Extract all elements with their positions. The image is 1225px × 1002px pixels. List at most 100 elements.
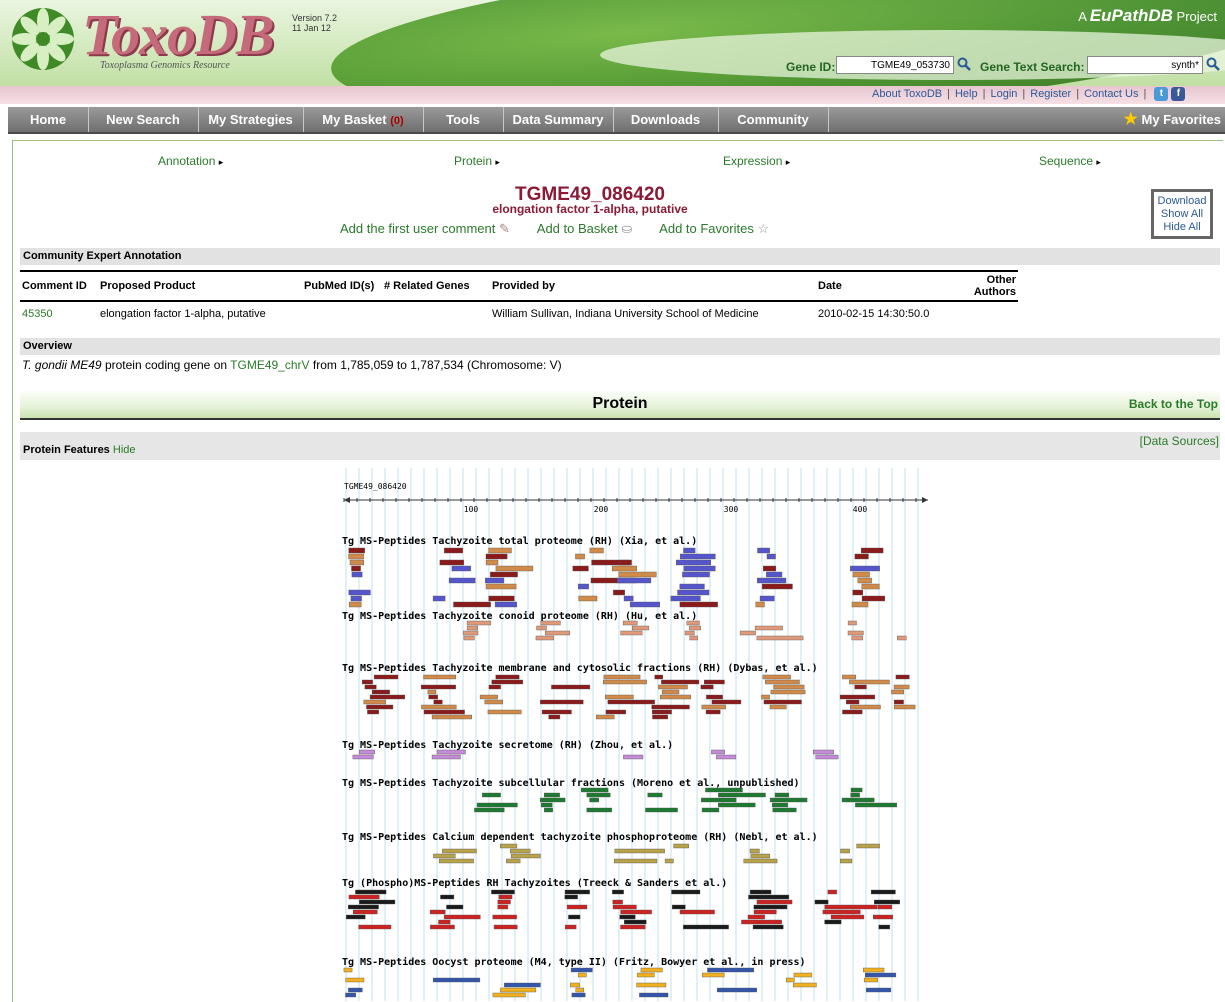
peptide-feature-fritz[interactable] xyxy=(863,977,878,983)
peptide-feature-dybas[interactable] xyxy=(479,694,498,700)
peptide-feature-xia[interactable] xyxy=(861,595,885,602)
peptide-feature-dybas[interactable] xyxy=(762,674,791,680)
peptide-feature-hu[interactable] xyxy=(535,635,554,641)
peptide-feature-nebl[interactable] xyxy=(750,853,771,859)
peptide-feature-xia[interactable] xyxy=(349,559,364,566)
peptide-feature-nebl[interactable] xyxy=(743,858,778,864)
peptide-feature-xia[interactable] xyxy=(861,547,884,554)
peptide-feature-xia[interactable] xyxy=(348,589,371,596)
peptide-feature-dybas[interactable] xyxy=(604,694,634,700)
peptide-feature-xia[interactable] xyxy=(619,559,632,566)
peptide-feature-xia[interactable] xyxy=(618,571,657,578)
peptide-feature-fritz[interactable] xyxy=(343,967,353,973)
peptide-feature-moreno[interactable] xyxy=(841,797,875,803)
peptide-feature-dybas[interactable] xyxy=(658,684,688,690)
nav-community[interactable]: Community xyxy=(718,107,829,132)
peptide-feature-dybas[interactable] xyxy=(548,714,561,720)
peptide-feature-dybas[interactable] xyxy=(895,674,910,680)
peptide-feature-nebl[interactable] xyxy=(506,858,521,864)
peptide-feature-fritz[interactable] xyxy=(570,967,593,973)
peptide-feature-xia[interactable] xyxy=(852,589,863,596)
peptide-feature-treeck[interactable] xyxy=(355,889,387,895)
login-link[interactable]: Login xyxy=(990,88,1017,100)
peptide-feature-dybas[interactable] xyxy=(367,709,379,715)
peptide-feature-xia[interactable] xyxy=(448,577,476,584)
peptide-feature-treeck[interactable] xyxy=(753,909,777,915)
facebook-icon[interactable]: f xyxy=(1171,87,1186,101)
peptide-feature-xia[interactable] xyxy=(348,601,362,608)
register-link[interactable]: Register xyxy=(1030,88,1071,100)
peptide-feature-nebl[interactable] xyxy=(664,858,674,864)
peptide-feature-fritz[interactable] xyxy=(702,972,725,978)
peptide-feature-moreno[interactable] xyxy=(474,807,505,813)
peptide-feature-hu[interactable] xyxy=(756,635,804,641)
hide-link[interactable]: Hide xyxy=(113,444,136,456)
peptide-feature-xia[interactable] xyxy=(766,553,776,560)
peptide-feature-dybas[interactable] xyxy=(891,689,904,695)
search-icon[interactable] xyxy=(1206,57,1220,71)
peptide-feature-moreno[interactable] xyxy=(540,802,553,808)
peptide-feature-fritz[interactable] xyxy=(793,982,817,988)
peptide-feature-xia[interactable] xyxy=(683,547,696,554)
peptide-feature-treeck[interactable] xyxy=(612,904,637,910)
peptide-feature-dybas[interactable] xyxy=(660,694,691,700)
peptide-feature-fritz[interactable] xyxy=(500,987,537,993)
peptide-feature-zhou[interactable] xyxy=(815,754,839,760)
peptide-feature-dybas[interactable] xyxy=(894,704,916,710)
peptide-feature-xia[interactable] xyxy=(578,595,598,602)
peptide-feature-dybas[interactable] xyxy=(433,699,443,705)
peptide-feature-xia[interactable] xyxy=(439,559,464,566)
nav-tools[interactable]: Tools xyxy=(423,107,504,132)
peptide-feature-moreno[interactable] xyxy=(589,797,599,803)
peptide-feature-fritz[interactable] xyxy=(571,992,586,998)
peptide-feature-xia[interactable] xyxy=(682,571,710,578)
help-link[interactable]: Help xyxy=(955,88,978,100)
nav-new-search[interactable]: New Search xyxy=(88,107,199,132)
peptide-feature-fritz[interactable] xyxy=(504,982,541,988)
peptide-feature-dybas[interactable] xyxy=(651,704,690,710)
peptide-feature-dybas[interactable] xyxy=(701,704,726,710)
peptide-feature-treeck[interactable] xyxy=(874,899,900,905)
peptide-feature-moreno[interactable] xyxy=(855,802,897,808)
peptide-feature-xia[interactable] xyxy=(757,577,787,584)
peptide-feature-dybas[interactable] xyxy=(893,699,904,705)
peptide-feature-nebl[interactable] xyxy=(673,843,689,849)
peptide-feature-xia[interactable] xyxy=(351,565,361,572)
peptide-feature-dybas[interactable] xyxy=(652,709,672,715)
peptide-feature-xia[interactable] xyxy=(451,565,471,572)
peptide-feature-xia[interactable] xyxy=(677,589,710,596)
peptide-feature-hu[interactable] xyxy=(754,625,783,631)
peptide-feature-treeck[interactable] xyxy=(870,889,896,895)
peptide-feature-xia[interactable] xyxy=(679,601,718,608)
section-annotation[interactable]: Annotation ▸ xyxy=(158,154,223,168)
peptide-feature-treeck[interactable] xyxy=(830,914,865,920)
peptide-feature-treeck[interactable] xyxy=(497,899,511,905)
peptide-feature-moreno[interactable] xyxy=(700,797,737,803)
peptide-feature-xia[interactable] xyxy=(485,577,505,584)
peptide-feature-dybas[interactable] xyxy=(700,684,714,690)
peptide-feature-dybas[interactable] xyxy=(839,694,876,700)
nav-my-favorites[interactable]: ★ My Favorites xyxy=(1111,107,1221,132)
peptide-feature-dybas[interactable] xyxy=(893,684,910,690)
peptide-feature-fritz[interactable] xyxy=(716,987,757,993)
peptide-feature-hu[interactable] xyxy=(540,620,561,626)
peptide-feature-treeck[interactable] xyxy=(565,924,577,930)
peptide-feature-dybas[interactable] xyxy=(366,704,394,710)
peptide-feature-xia[interactable] xyxy=(851,601,869,608)
peptide-feature-treeck[interactable] xyxy=(827,889,837,895)
peptide-feature-treeck[interactable] xyxy=(440,894,455,900)
peptide-feature-treeck[interactable] xyxy=(814,899,829,905)
peptide-feature-dybas[interactable] xyxy=(846,699,860,705)
peptide-feature-hu[interactable] xyxy=(684,630,695,636)
peptide-feature-dybas[interactable] xyxy=(551,684,591,690)
peptide-feature-xia[interactable] xyxy=(617,577,652,584)
search-icon[interactable] xyxy=(957,57,971,71)
download-link[interactable]: Download xyxy=(1154,195,1210,208)
peptide-feature-dybas[interactable] xyxy=(603,679,647,685)
peptide-feature-fritz[interactable] xyxy=(863,967,885,973)
peptide-feature-xia[interactable] xyxy=(589,547,604,554)
peptide-feature-dybas[interactable] xyxy=(372,689,390,695)
comment-id-link[interactable]: 45350 xyxy=(20,301,98,326)
peptide-feature-moreno[interactable] xyxy=(580,787,609,793)
add-to-favorites-link[interactable]: Add to Favorites ☆ xyxy=(659,221,769,236)
